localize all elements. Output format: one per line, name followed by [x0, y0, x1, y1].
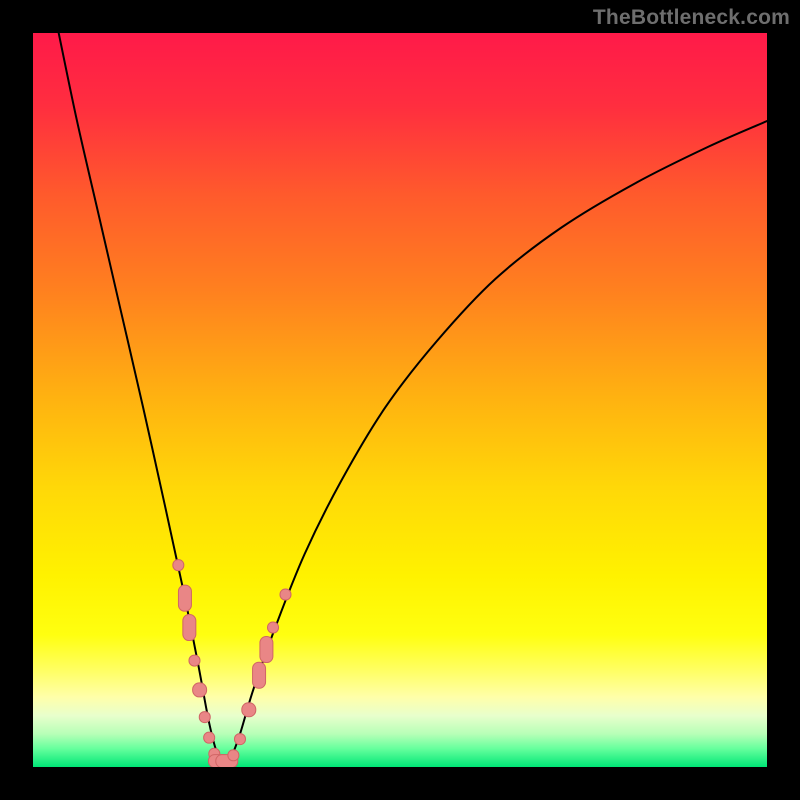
- curve-layer: [33, 33, 767, 767]
- data-marker: [228, 750, 239, 761]
- data-marker: [189, 655, 200, 666]
- data-marker: [173, 560, 184, 571]
- watermark-text: TheBottleneck.com: [593, 6, 790, 30]
- data-marker: [204, 732, 215, 743]
- data-marker: [260, 637, 273, 663]
- bottleneck-curve: [59, 33, 767, 763]
- data-marker: [268, 622, 279, 633]
- data-marker: [234, 734, 245, 745]
- data-marker: [280, 589, 291, 600]
- plot-area: [33, 33, 767, 767]
- data-marker: [183, 615, 196, 641]
- data-marker: [178, 585, 191, 611]
- data-marker: [242, 703, 256, 717]
- data-marker: [253, 662, 266, 688]
- marker-group: [173, 560, 291, 767]
- data-marker: [199, 712, 210, 723]
- data-marker: [193, 683, 207, 697]
- chart-stage: TheBottleneck.com: [0, 0, 800, 800]
